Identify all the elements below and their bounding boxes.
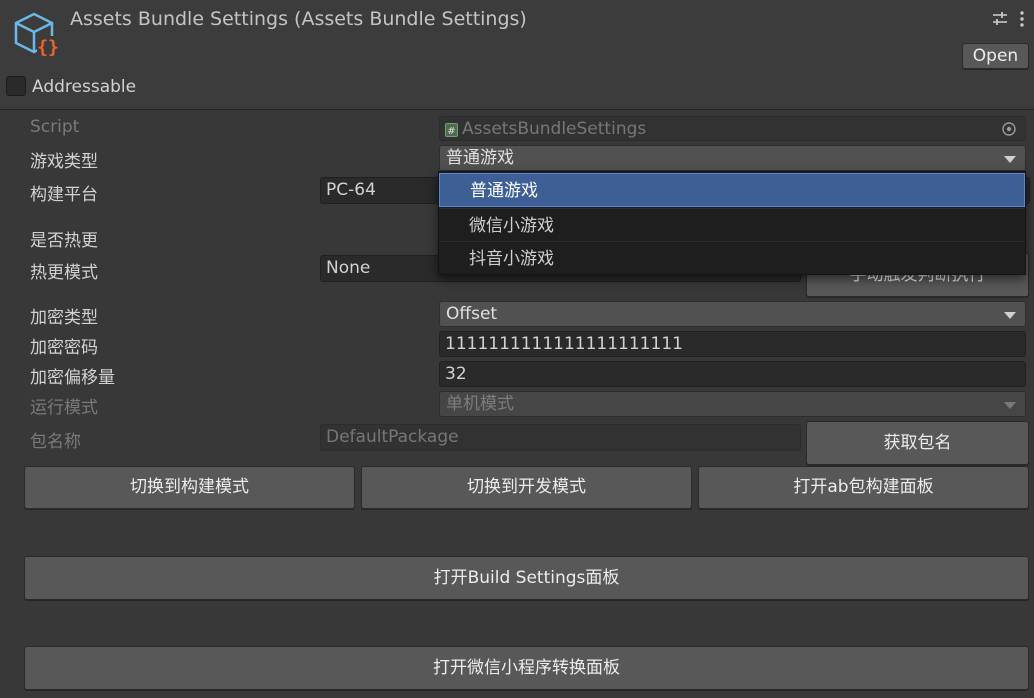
game-type-option[interactable]: 抖音小游戏 <box>439 241 1025 275</box>
dropdown-arrow-icon <box>1004 402 1016 409</box>
run-mode-value: 单机模式 <box>446 394 514 414</box>
open-build-settings-button[interactable]: 打开Build Settings面板 <box>24 556 1029 600</box>
addressable-checkbox[interactable] <box>6 76 26 96</box>
encrypt-type-value: Offset <box>446 304 498 324</box>
package-name-label: 包名称 <box>30 432 81 452</box>
run-mode-label: 运行模式 <box>30 398 98 418</box>
package-name-value: DefaultPackage <box>326 427 459 447</box>
encrypt-type-label: 加密类型 <box>30 308 98 328</box>
open-button[interactable]: Open <box>962 43 1029 69</box>
encrypt-offset-input[interactable]: 32 <box>439 361 1026 387</box>
open-wechat-converter-button[interactable]: 打开微信小程序转换面板 <box>24 646 1029 690</box>
open-ab-build-panel-button[interactable]: 打开ab包构建面板 <box>698 466 1029 509</box>
game-type-popup: 普通游戏 微信小游戏 抖音小游戏 <box>438 171 1026 275</box>
encrypt-password-input[interactable]: 1111111111111111111111 <box>439 331 1026 357</box>
game-type-value: 普通游戏 <box>446 148 514 168</box>
hot-update-label: 是否热更 <box>30 231 98 251</box>
hot-update-mode-value: None <box>326 258 371 278</box>
encrypt-password-value: 1111111111111111111111 <box>445 334 683 354</box>
switch-dev-mode-button[interactable]: 切换到开发模式 <box>361 466 692 509</box>
adjust-icon[interactable] <box>991 10 1009 28</box>
encrypt-offset-label: 加密偏移量 <box>30 368 115 388</box>
svg-text:#: # <box>447 126 455 137</box>
build-platform-label: 构建平台 <box>30 185 98 205</box>
switch-build-mode-button[interactable]: 切换到构建模式 <box>24 466 355 509</box>
hot-update-mode-label: 热更模式 <box>30 263 98 283</box>
game-type-dropdown[interactable]: 普通游戏 <box>439 145 1026 171</box>
object-picker-icon[interactable] <box>1001 121 1017 137</box>
build-platform-value: PC-64 <box>326 180 376 200</box>
script-field[interactable]: # AssetsBundleSettings <box>439 116 1026 141</box>
game-type-option[interactable]: 微信小游戏 <box>439 208 1025 242</box>
script-value: AssetsBundleSettings <box>462 119 647 139</box>
settings-asset-icon: {} <box>12 10 62 60</box>
svg-text:{}: {} <box>37 37 59 58</box>
addressable-label: Addressable <box>32 77 137 97</box>
game-type-option[interactable]: 普通游戏 <box>439 173 1025 207</box>
encrypt-password-label: 加密密码 <box>30 338 98 358</box>
run-mode-dropdown: 单机模式 <box>439 391 1026 417</box>
script-icon: # <box>445 122 458 137</box>
kebab-menu-icon[interactable] <box>1017 10 1027 28</box>
get-package-name-button[interactable]: 获取包名 <box>806 421 1029 465</box>
encrypt-type-dropdown[interactable]: Offset <box>439 301 1026 327</box>
game-type-label: 游戏类型 <box>30 152 98 172</box>
dropdown-arrow-icon <box>1004 156 1016 163</box>
encrypt-offset-value: 32 <box>445 364 467 384</box>
inspector-title: Assets Bundle Settings (Assets Bundle Se… <box>70 8 527 30</box>
package-name-field: DefaultPackage <box>320 424 801 451</box>
dropdown-arrow-icon <box>1004 312 1016 319</box>
script-label: Script <box>30 117 80 137</box>
